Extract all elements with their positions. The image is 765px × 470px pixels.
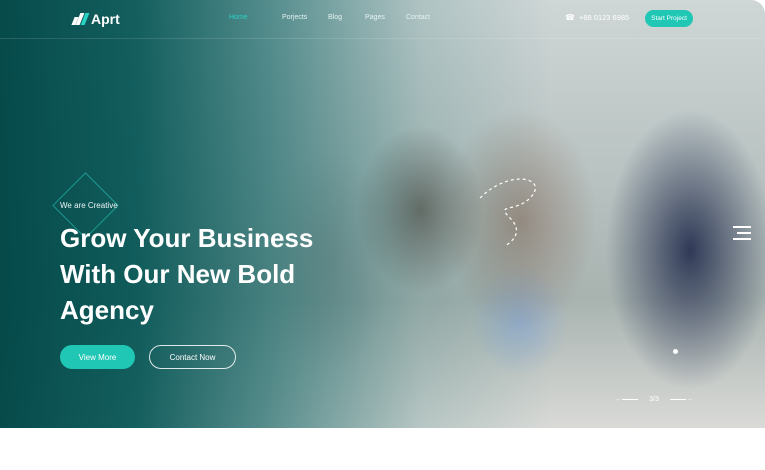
start-project-button[interactable]: Start Project (645, 10, 693, 27)
phone-contact[interactable]: ☎ +88 0123 6985 (565, 13, 629, 22)
contact-now-button[interactable]: Contact Now (149, 345, 236, 369)
aprt-logo-icon (71, 13, 90, 25)
phone-number: +88 0123 6985 (578, 13, 630, 22)
brand-logo[interactable]: Aprt (71, 11, 120, 27)
decorative-dot (673, 349, 678, 354)
brand-name: Aprt (91, 11, 120, 27)
slider-controls: ← 3/3 → (615, 392, 693, 406)
top-navigation: Aprt Home Porjects Blog Pages Contact ☎ … (0, 0, 765, 39)
arrow-left-icon[interactable]: ← (615, 396, 638, 403)
view-more-button[interactable]: View More (60, 345, 135, 369)
nav-item-projects[interactable]: Porjects (282, 14, 307, 21)
phone-icon: ☎ (565, 13, 575, 22)
nav-item-contact[interactable]: Contact (406, 14, 430, 21)
hero-eyebrow: We are Creative (60, 201, 118, 210)
hero-headline-line: With Our New Bold (60, 259, 296, 289)
nav-item-home[interactable]: Home (229, 14, 248, 21)
hero-headline: Grow Your Business With Our New Bold Age… (60, 220, 390, 328)
hero-headline-line: Agency (60, 295, 154, 325)
decorative-scribble-icon (479, 178, 536, 247)
arrow-right-icon[interactable]: → (669, 396, 693, 403)
nav-item-pages[interactable]: Pages (365, 14, 385, 21)
nav-item-blog[interactable]: Blog (328, 14, 342, 21)
hero-section: Aprt Home Porjects Blog Pages Contact ☎ … (0, 0, 765, 428)
hero-headline-line: Grow Your Business (60, 223, 314, 253)
slide-counter: 3/3 (649, 395, 659, 403)
hamburger-icon[interactable] (733, 226, 751, 240)
